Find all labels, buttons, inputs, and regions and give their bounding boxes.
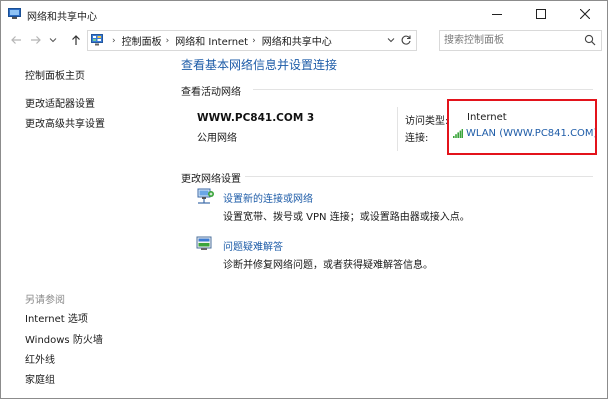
up-button[interactable] (67, 31, 85, 49)
sidebar-item-change-advanced-sharing[interactable]: 更改高级共享设置 (25, 115, 105, 130)
control-panel-icon (91, 34, 103, 46)
sidebar: 控制面板主页 更改适配器设置 更改高级共享设置 另请参阅 Internet 选项… (1, 53, 161, 398)
search-input[interactable] (444, 33, 574, 47)
connection-label: 连接: (405, 133, 429, 144)
setup-new-connection-description: 设置宽带、拨号或 VPN 连接；或设置路由器或接入点。 (223, 212, 470, 223)
divider (245, 176, 593, 177)
title-bar[interactable]: 网络和共享中心 (1, 1, 607, 27)
close-icon (580, 9, 590, 19)
network-name: WWW.PC841.COM 3 (197, 112, 315, 124)
see-also-windows-firewall[interactable]: Windows 防火墙 (25, 331, 103, 346)
divider (253, 89, 593, 90)
arrow-up-icon (72, 35, 80, 45)
network-center-app-icon (8, 8, 21, 19)
navigation-bar: › 控制面板 › 网络和 Internet › 网络和共享中心 (1, 27, 607, 53)
close-button[interactable] (563, 1, 607, 27)
recent-locations-button[interactable] (47, 31, 59, 49)
minimize-icon (492, 14, 502, 15)
network-sharing-center-window: 网络和共享中心 › 控制面板 › 网络和 Internet › 网络和共享中心 … (0, 0, 608, 399)
search-box[interactable] (439, 30, 602, 51)
access-type-label: 访问类型: (405, 116, 449, 127)
troubleshoot-problems-description: 诊断并修复网络问题，或者获得疑难解答信息。 (223, 260, 433, 271)
see-also-infrared[interactable]: 红外线 (25, 351, 55, 366)
minimize-button[interactable] (475, 1, 519, 27)
sidebar-item-change-adapter-settings[interactable]: 更改适配器设置 (25, 95, 95, 110)
chevron-right-icon: › (252, 35, 256, 46)
refresh-icon[interactable] (400, 34, 412, 46)
arrow-right-icon (31, 36, 41, 44)
troubleshoot-icon (196, 236, 212, 250)
main-content: 查看基本网络信息并设置连接 查看活动网络 WWW.PC841.COM 3 公用网… (161, 53, 607, 398)
breadcrumb-network-internet[interactable]: 网络和 Internet (175, 33, 248, 48)
divider (397, 107, 398, 151)
page-title: 查看基本网络信息并设置连接 (181, 58, 338, 72)
see-also-homegroup[interactable]: 家庭组 (25, 371, 55, 386)
active-networks-label: 查看活动网络 (181, 87, 241, 98)
see-also-internet-options[interactable]: Internet 选项 (25, 310, 88, 325)
chevron-down-icon[interactable] (386, 35, 396, 45)
maximize-icon (536, 9, 546, 19)
breadcrumb-network-sharing-center[interactable]: 网络和共享中心 (262, 33, 332, 48)
back-button[interactable] (7, 31, 25, 49)
setup-new-connection-link[interactable]: 设置新的连接或网络 (223, 190, 313, 205)
troubleshoot-problems-link[interactable]: 问题疑难解答 (223, 238, 283, 253)
see-also-heading: 另请参阅 (25, 295, 65, 306)
breadcrumb-control-panel[interactable]: 控制面板 (122, 33, 162, 48)
change-network-settings-label: 更改网络设置 (181, 174, 241, 185)
chevron-right-icon: › (112, 35, 116, 46)
maximize-button[interactable] (519, 1, 563, 27)
breadcrumb: › 控制面板 › 网络和 Internet › 网络和共享中心 (108, 31, 332, 50)
forward-button[interactable] (27, 31, 45, 49)
window-title: 网络和共享中心 (27, 12, 97, 23)
address-bar[interactable]: › 控制面板 › 网络和 Internet › 网络和共享中心 (87, 30, 417, 51)
highlight-annotation (447, 99, 597, 155)
network-setup-icon (197, 188, 214, 204)
arrow-left-icon (11, 36, 21, 44)
sidebar-item-control-panel-home[interactable]: 控制面板主页 (25, 67, 85, 82)
chevron-right-icon: › (165, 35, 170, 46)
network-type-link[interactable]: 公用网络 (197, 129, 237, 144)
chevron-down-icon (49, 38, 57, 43)
search-icon[interactable] (584, 34, 596, 46)
